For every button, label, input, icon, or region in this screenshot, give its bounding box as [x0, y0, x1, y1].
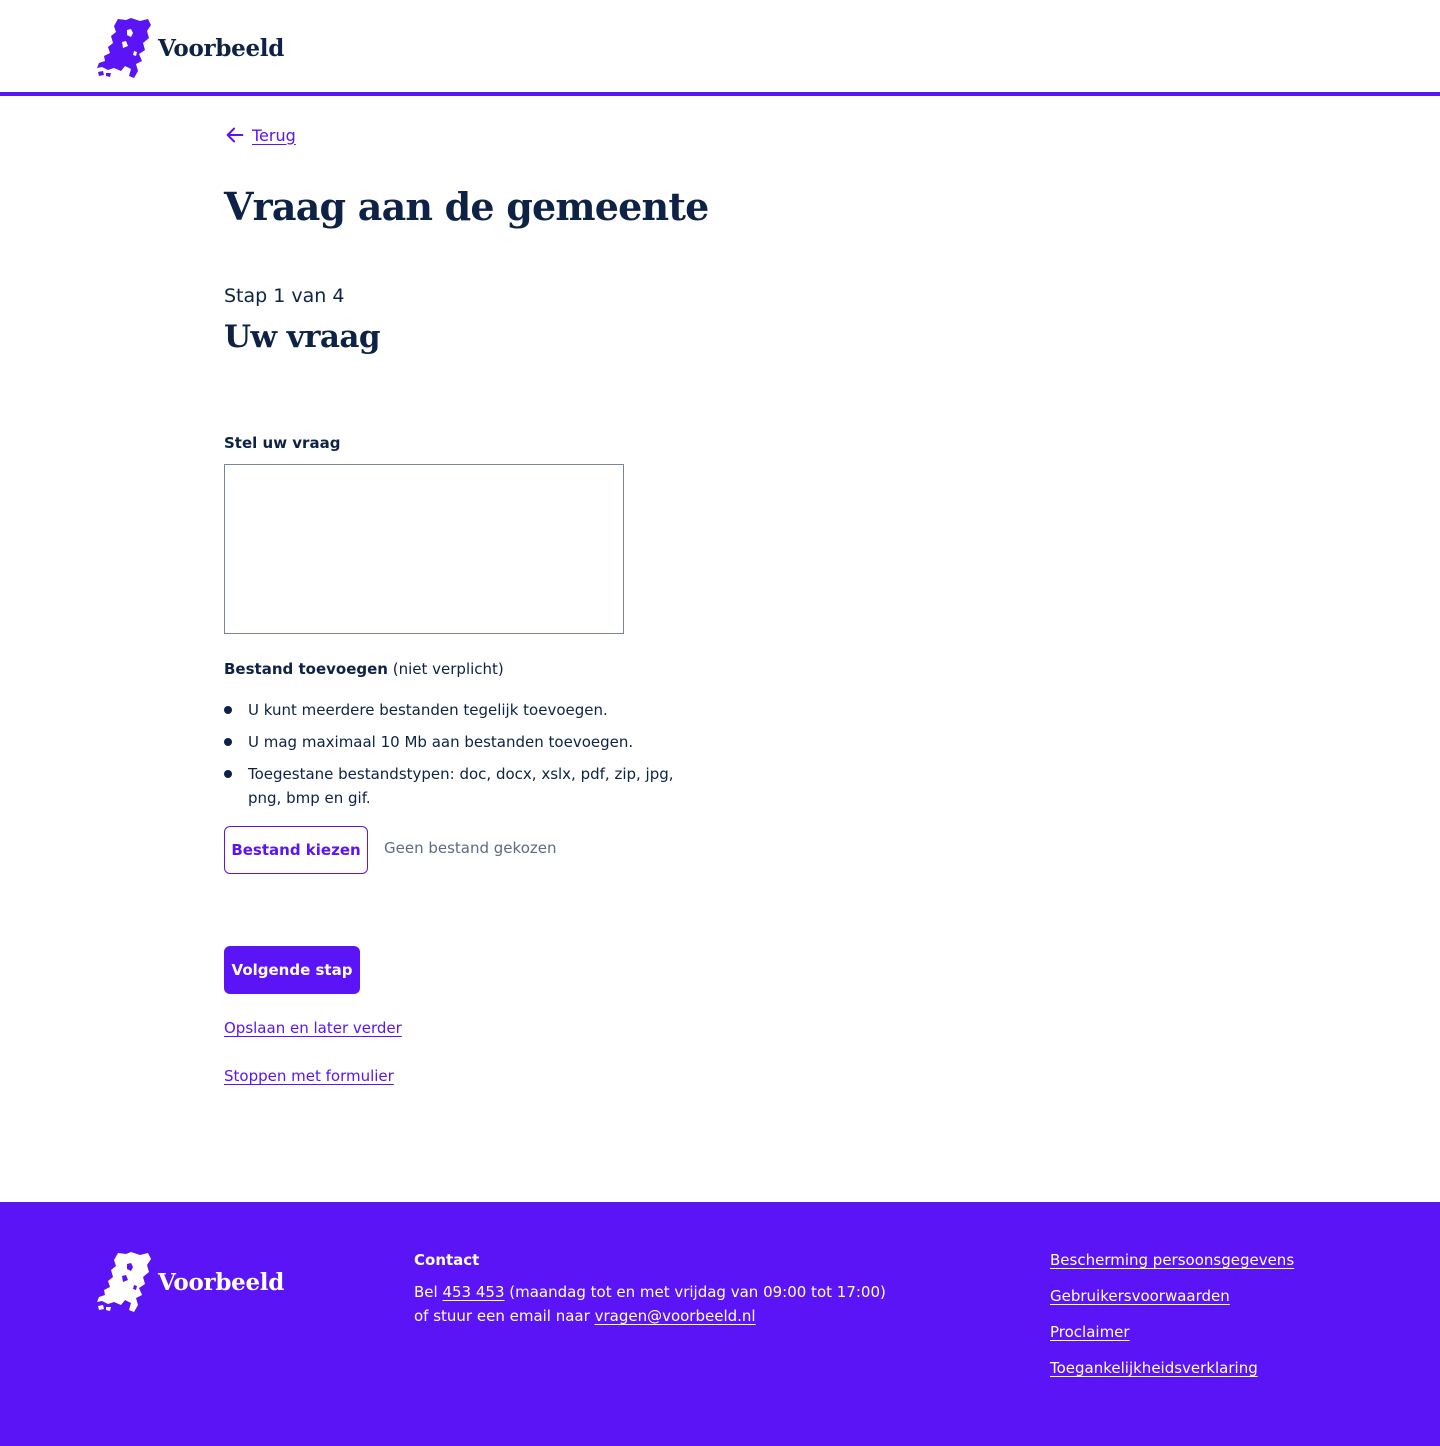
footer-logo-text: Voorbeeld	[158, 1268, 285, 1296]
contact-email-line: of stuur een email naar vragen@voorbeeld…	[414, 1307, 756, 1325]
site-header: Voorbeeld	[0, 0, 1440, 96]
footer-link-privacy[interactable]: Bescherming persoonsgegevens	[1050, 1251, 1294, 1269]
page-title: Vraag aan de gemeente	[224, 184, 709, 229]
email-prefix: of stuur een email naar	[414, 1307, 590, 1325]
footer-link-terms[interactable]: Gebruikersvoorwaarden	[1050, 1287, 1230, 1305]
question-textarea[interactable]	[224, 464, 624, 634]
file-hint: U mag maximaal 10 Mb aan bestanden toevo…	[224, 730, 704, 754]
phone-prefix: Bel	[414, 1283, 438, 1301]
stop-form-link[interactable]: Stoppen met formulier	[224, 1067, 394, 1085]
file-hints-list: U kunt meerdere bestanden tegelijk toevo…	[224, 698, 704, 818]
footer-link-accessibility[interactable]: Toegankelijkheidsverklaring	[1050, 1359, 1258, 1377]
contact-phone-line: Bel 453 453 (maandag tot en met vrijdag …	[414, 1283, 886, 1301]
footer-logo[interactable]: Voorbeeld	[96, 1250, 284, 1314]
step-title: Uw vraag	[224, 319, 381, 355]
save-later-link[interactable]: Opslaan en later verder	[224, 1019, 402, 1037]
no-file-status: Geen bestand gekozen	[384, 839, 557, 857]
file-hint: U kunt meerdere bestanden tegelijk toevo…	[224, 698, 704, 722]
netherlands-map-icon	[97, 1252, 151, 1312]
back-link[interactable]: Terug	[224, 124, 296, 146]
step-count: Stap 1 van 4	[224, 285, 345, 307]
file-upload-label-optional: (niet verplicht)	[392, 660, 504, 678]
phone-link[interactable]: 453 453	[442, 1283, 504, 1301]
footer-link-proclaimer[interactable]: Proclaimer	[1050, 1323, 1130, 1341]
next-step-button[interactable]: Volgende stap	[224, 946, 360, 994]
choose-file-button[interactable]: Bestand kiezen	[224, 826, 368, 874]
arrow-left-icon	[226, 127, 244, 143]
question-label: Stel uw vraag	[224, 434, 341, 452]
back-link-label: Terug	[252, 125, 296, 145]
contact-title: Contact	[414, 1251, 480, 1269]
file-upload-label: Bestand toevoegen (niet verplicht)	[224, 660, 504, 678]
footer-links: Bescherming persoonsgegevens Gebruikersv…	[1050, 1251, 1294, 1395]
phone-hours: (maandag tot en met vrijdag van 09:00 to…	[509, 1283, 886, 1301]
logo-text: Voorbeeld	[158, 34, 285, 62]
file-hint: Toegestane bestandstypen: doc, docx, xsl…	[224, 762, 704, 810]
header-logo[interactable]: Voorbeeld	[96, 16, 284, 80]
netherlands-map-icon	[97, 18, 151, 78]
email-link[interactable]: vragen@voorbeeld.nl	[595, 1307, 756, 1325]
file-upload-label-bold: Bestand toevoegen	[224, 660, 388, 678]
